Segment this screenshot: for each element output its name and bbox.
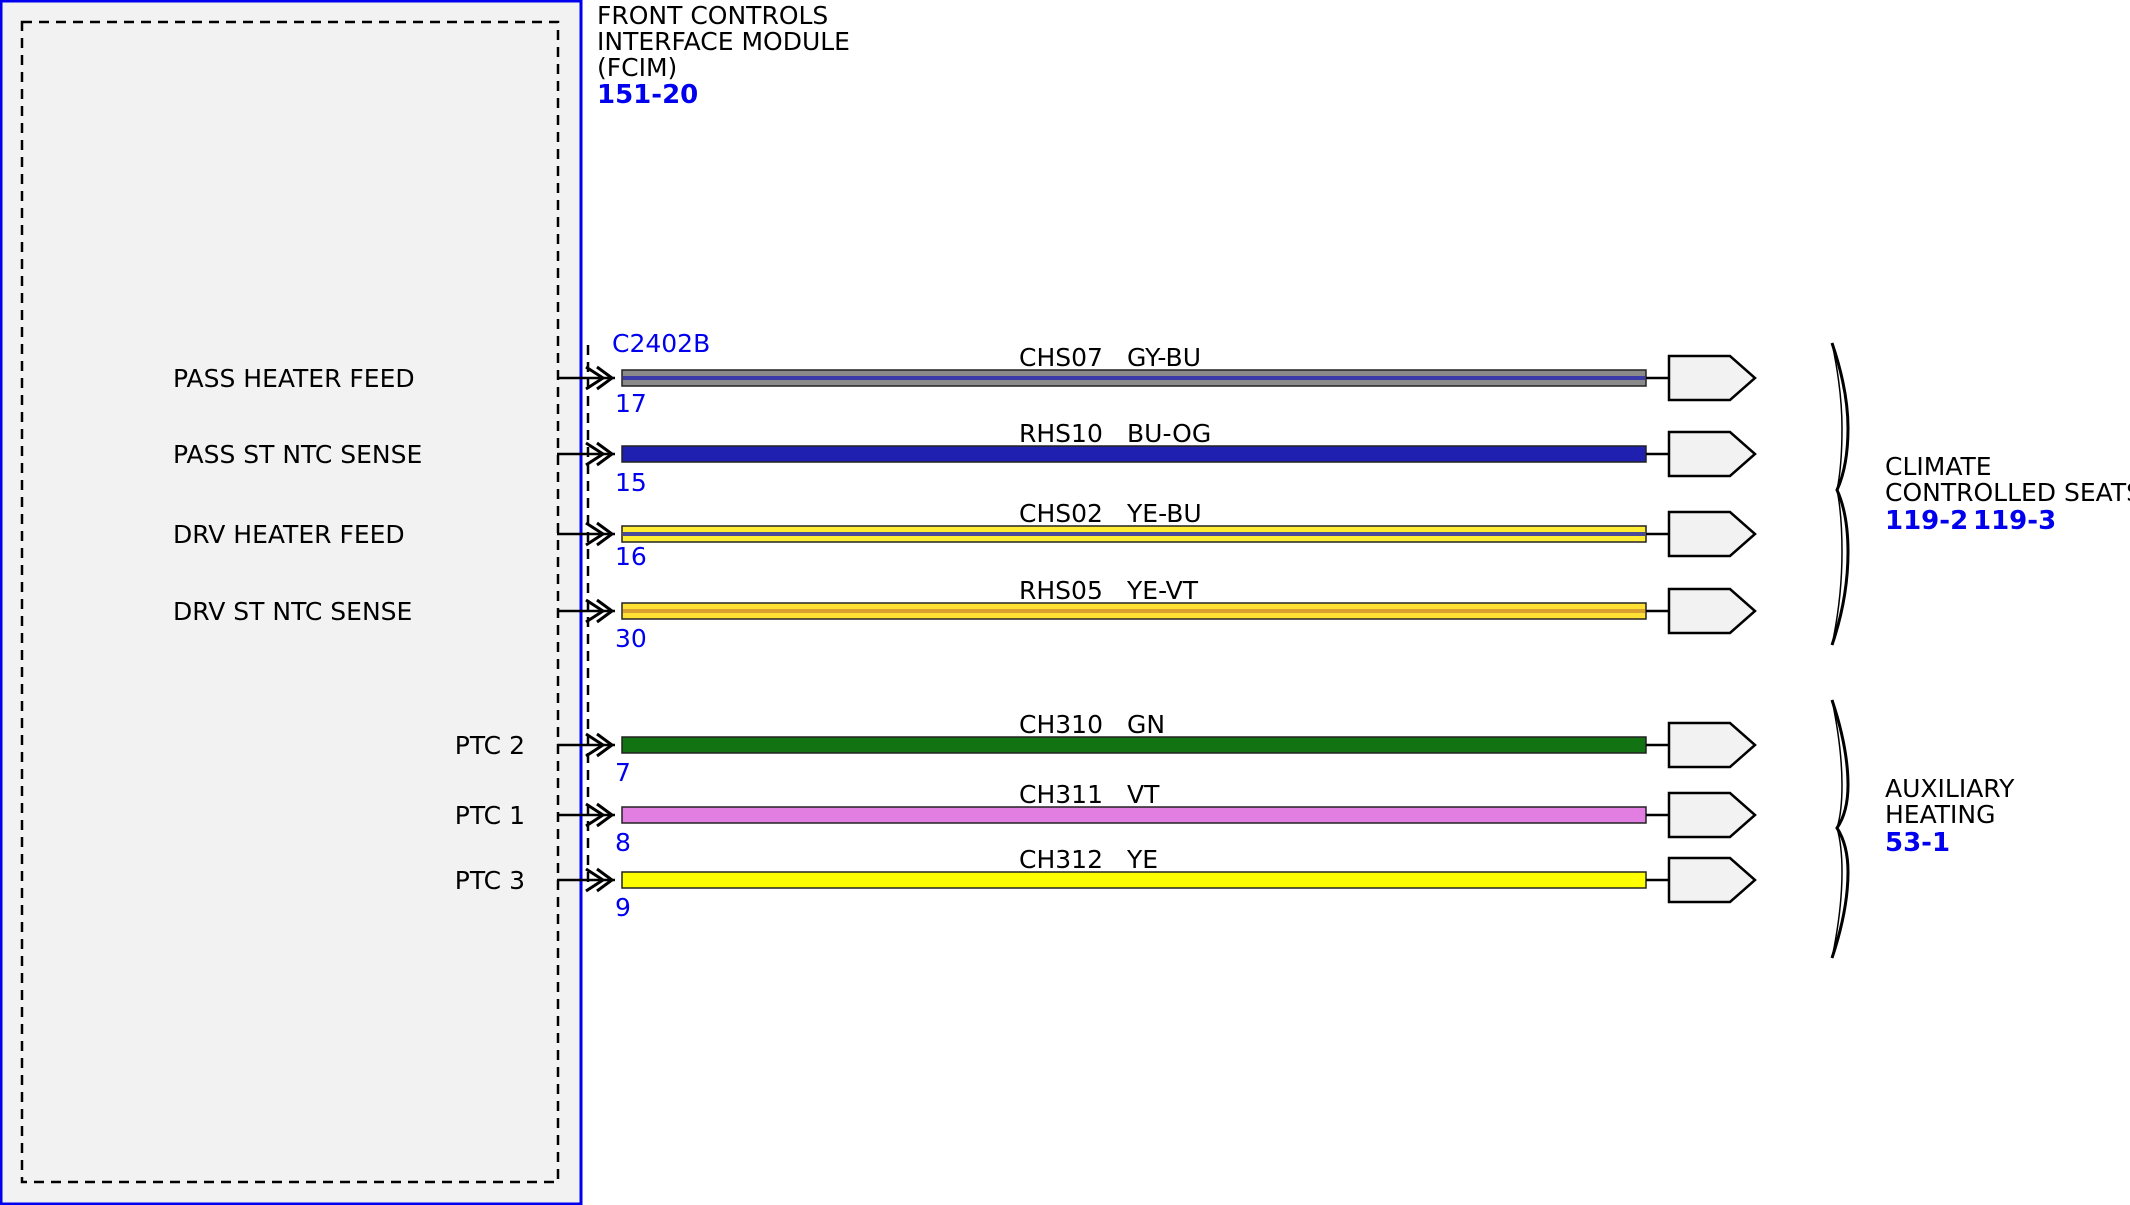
connector-icon[interactable] — [1667, 721, 1757, 769]
signal-label: PTC 3 — [455, 866, 525, 895]
destination-title-line: HEATING — [1885, 800, 1995, 829]
circuit-id: RHS05 — [1019, 576, 1103, 605]
destination-ref-link[interactable]: 119-3 — [1973, 506, 2056, 536]
connector-icon[interactable] — [1667, 791, 1757, 839]
signal-label: DRV HEATER FEED — [173, 520, 405, 549]
wire-color-code: GN — [1127, 710, 1165, 739]
signal-label: PASS HEATER FEED — [173, 364, 415, 393]
pin-number: 9 — [615, 893, 631, 922]
circuit-id: CH310 — [1019, 710, 1103, 739]
module-ref-link[interactable]: 151-20 — [597, 80, 698, 110]
pin-number: 30 — [615, 624, 647, 653]
signal-label: PTC 1 — [455, 801, 525, 830]
connector-icon[interactable] — [1667, 510, 1757, 558]
circuit-id: CHS02 — [1019, 499, 1103, 528]
pin-number: 7 — [615, 758, 631, 787]
connector-icon[interactable] — [1667, 430, 1757, 478]
wire-color-code: GY-BU — [1127, 343, 1201, 372]
pin-number: 8 — [615, 828, 631, 857]
module-title-line: FRONT CONTROLS — [597, 1, 828, 30]
destination-title-line: CONTROLLED SEATS — [1885, 478, 2130, 507]
circuit-id: CHS07 — [1019, 343, 1103, 372]
pin-number: 16 — [615, 542, 647, 571]
wire[interactable] — [621, 806, 1647, 824]
circuit-id: CH311 — [1019, 780, 1103, 809]
connector-icon[interactable] — [1667, 856, 1757, 904]
signal-label: PASS ST NTC SENSE — [173, 440, 422, 469]
wire-color-code: BU-OG — [1127, 419, 1211, 448]
connector-icon[interactable] — [1667, 354, 1757, 402]
connector-icon[interactable] — [1667, 587, 1757, 635]
wiring-diagram: FRONT CONTROLS INTERFACE MODULE (FCIM) 1… — [0, 0, 2130, 1205]
brace-auxiliary-heating — [1830, 699, 1850, 959]
signal-label: PTC 2 — [455, 731, 525, 760]
destination-ref-link[interactable]: 119-2 — [1885, 506, 1968, 536]
wire-color-code: VT — [1127, 780, 1160, 809]
signal-label: DRV ST NTC SENSE — [173, 597, 412, 626]
wire-color-code: YE-VT — [1126, 576, 1199, 605]
pin-number: 15 — [615, 468, 647, 497]
wire-color-code: YE — [1126, 845, 1158, 874]
module-title: FRONT CONTROLS INTERFACE MODULE (FCIM) — [597, 1, 850, 82]
destination-title-line: CLIMATE — [1885, 452, 1992, 481]
wire-color-code: YE-BU — [1126, 499, 1202, 528]
module-title-line: INTERFACE MODULE — [597, 27, 850, 56]
circuit-id: RHS10 — [1019, 419, 1103, 448]
destination-title-line: AUXILIARY — [1885, 774, 2015, 803]
pin-number: 17 — [615, 389, 647, 418]
wire[interactable] — [621, 736, 1647, 754]
circuit-id: CH312 — [1019, 845, 1103, 874]
module-title-line: (FCIM) — [597, 53, 677, 82]
destination-ref-link[interactable]: 53-1 — [1885, 828, 1950, 858]
destination-auxiliary-heating: AUXILIARY HEATING 53-1 — [1885, 774, 2015, 858]
brace-climate-seats — [1830, 342, 1850, 646]
wire[interactable] — [621, 445, 1647, 463]
connector-label: C2402B — [612, 329, 710, 358]
wire[interactable] — [621, 871, 1647, 889]
destination-climate-seats: CLIMATE CONTROLLED SEATS 119-2 119-3 — [1885, 452, 2130, 536]
